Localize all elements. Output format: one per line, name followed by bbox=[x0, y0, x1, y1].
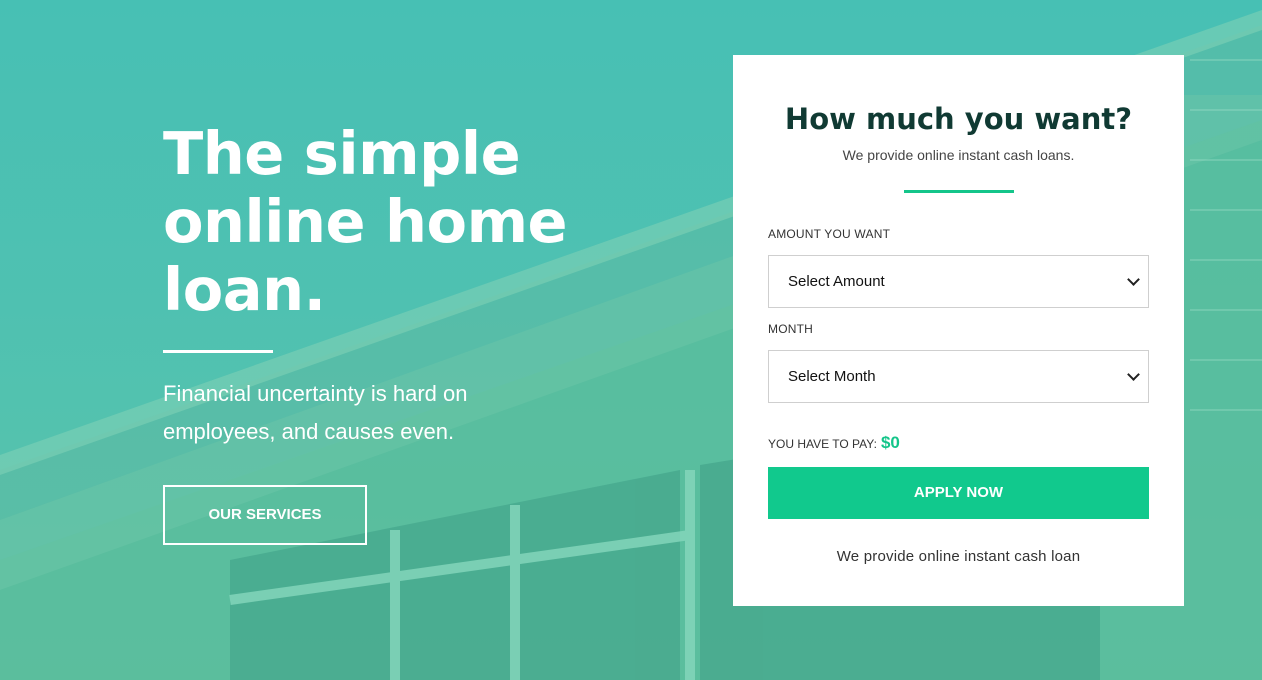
hero-subtitle: Financial uncertainty is hard on employe… bbox=[163, 381, 468, 444]
hero-divider bbox=[163, 350, 273, 353]
loan-calculator-card: How much you want? We provide online ins… bbox=[733, 55, 1184, 606]
form-title: How much you want? bbox=[784, 102, 1133, 136]
amount-select[interactable]: Select Amount bbox=[768, 255, 1149, 308]
month-select-value: Select Month bbox=[788, 368, 876, 385]
hero-title: The simple online home loan. bbox=[163, 120, 583, 324]
form-footer-text: We provide online instant cash loan bbox=[836, 548, 1081, 565]
hero-title-line: online home bbox=[163, 187, 568, 256]
month-label: MONTH bbox=[768, 322, 813, 336]
our-services-button[interactable]: OUR SERVICES bbox=[163, 485, 367, 545]
form-subtitle: We provide online instant cash loans. bbox=[842, 147, 1075, 163]
apply-now-button[interactable]: APPLY NOW bbox=[768, 467, 1149, 519]
hero-content: The simple online home loan. Financial u… bbox=[163, 120, 583, 545]
amount-label: AMOUNT YOU WANT bbox=[768, 227, 891, 241]
month-select[interactable]: Select Month bbox=[768, 350, 1149, 403]
chevron-down-icon bbox=[1127, 272, 1140, 286]
amount-select-value: Select Amount bbox=[788, 273, 885, 290]
chevron-down-icon bbox=[1127, 367, 1140, 381]
pay-label: YOU HAVE TO PAY: bbox=[768, 437, 877, 451]
pay-amount: $0 bbox=[880, 433, 900, 452]
hero-title-line: loan. bbox=[163, 255, 326, 324]
form-divider bbox=[903, 190, 1014, 193]
hero-title-line: The simple bbox=[163, 119, 521, 188]
pay-summary: YOU HAVE TO PAY: $0 bbox=[768, 433, 1149, 453]
